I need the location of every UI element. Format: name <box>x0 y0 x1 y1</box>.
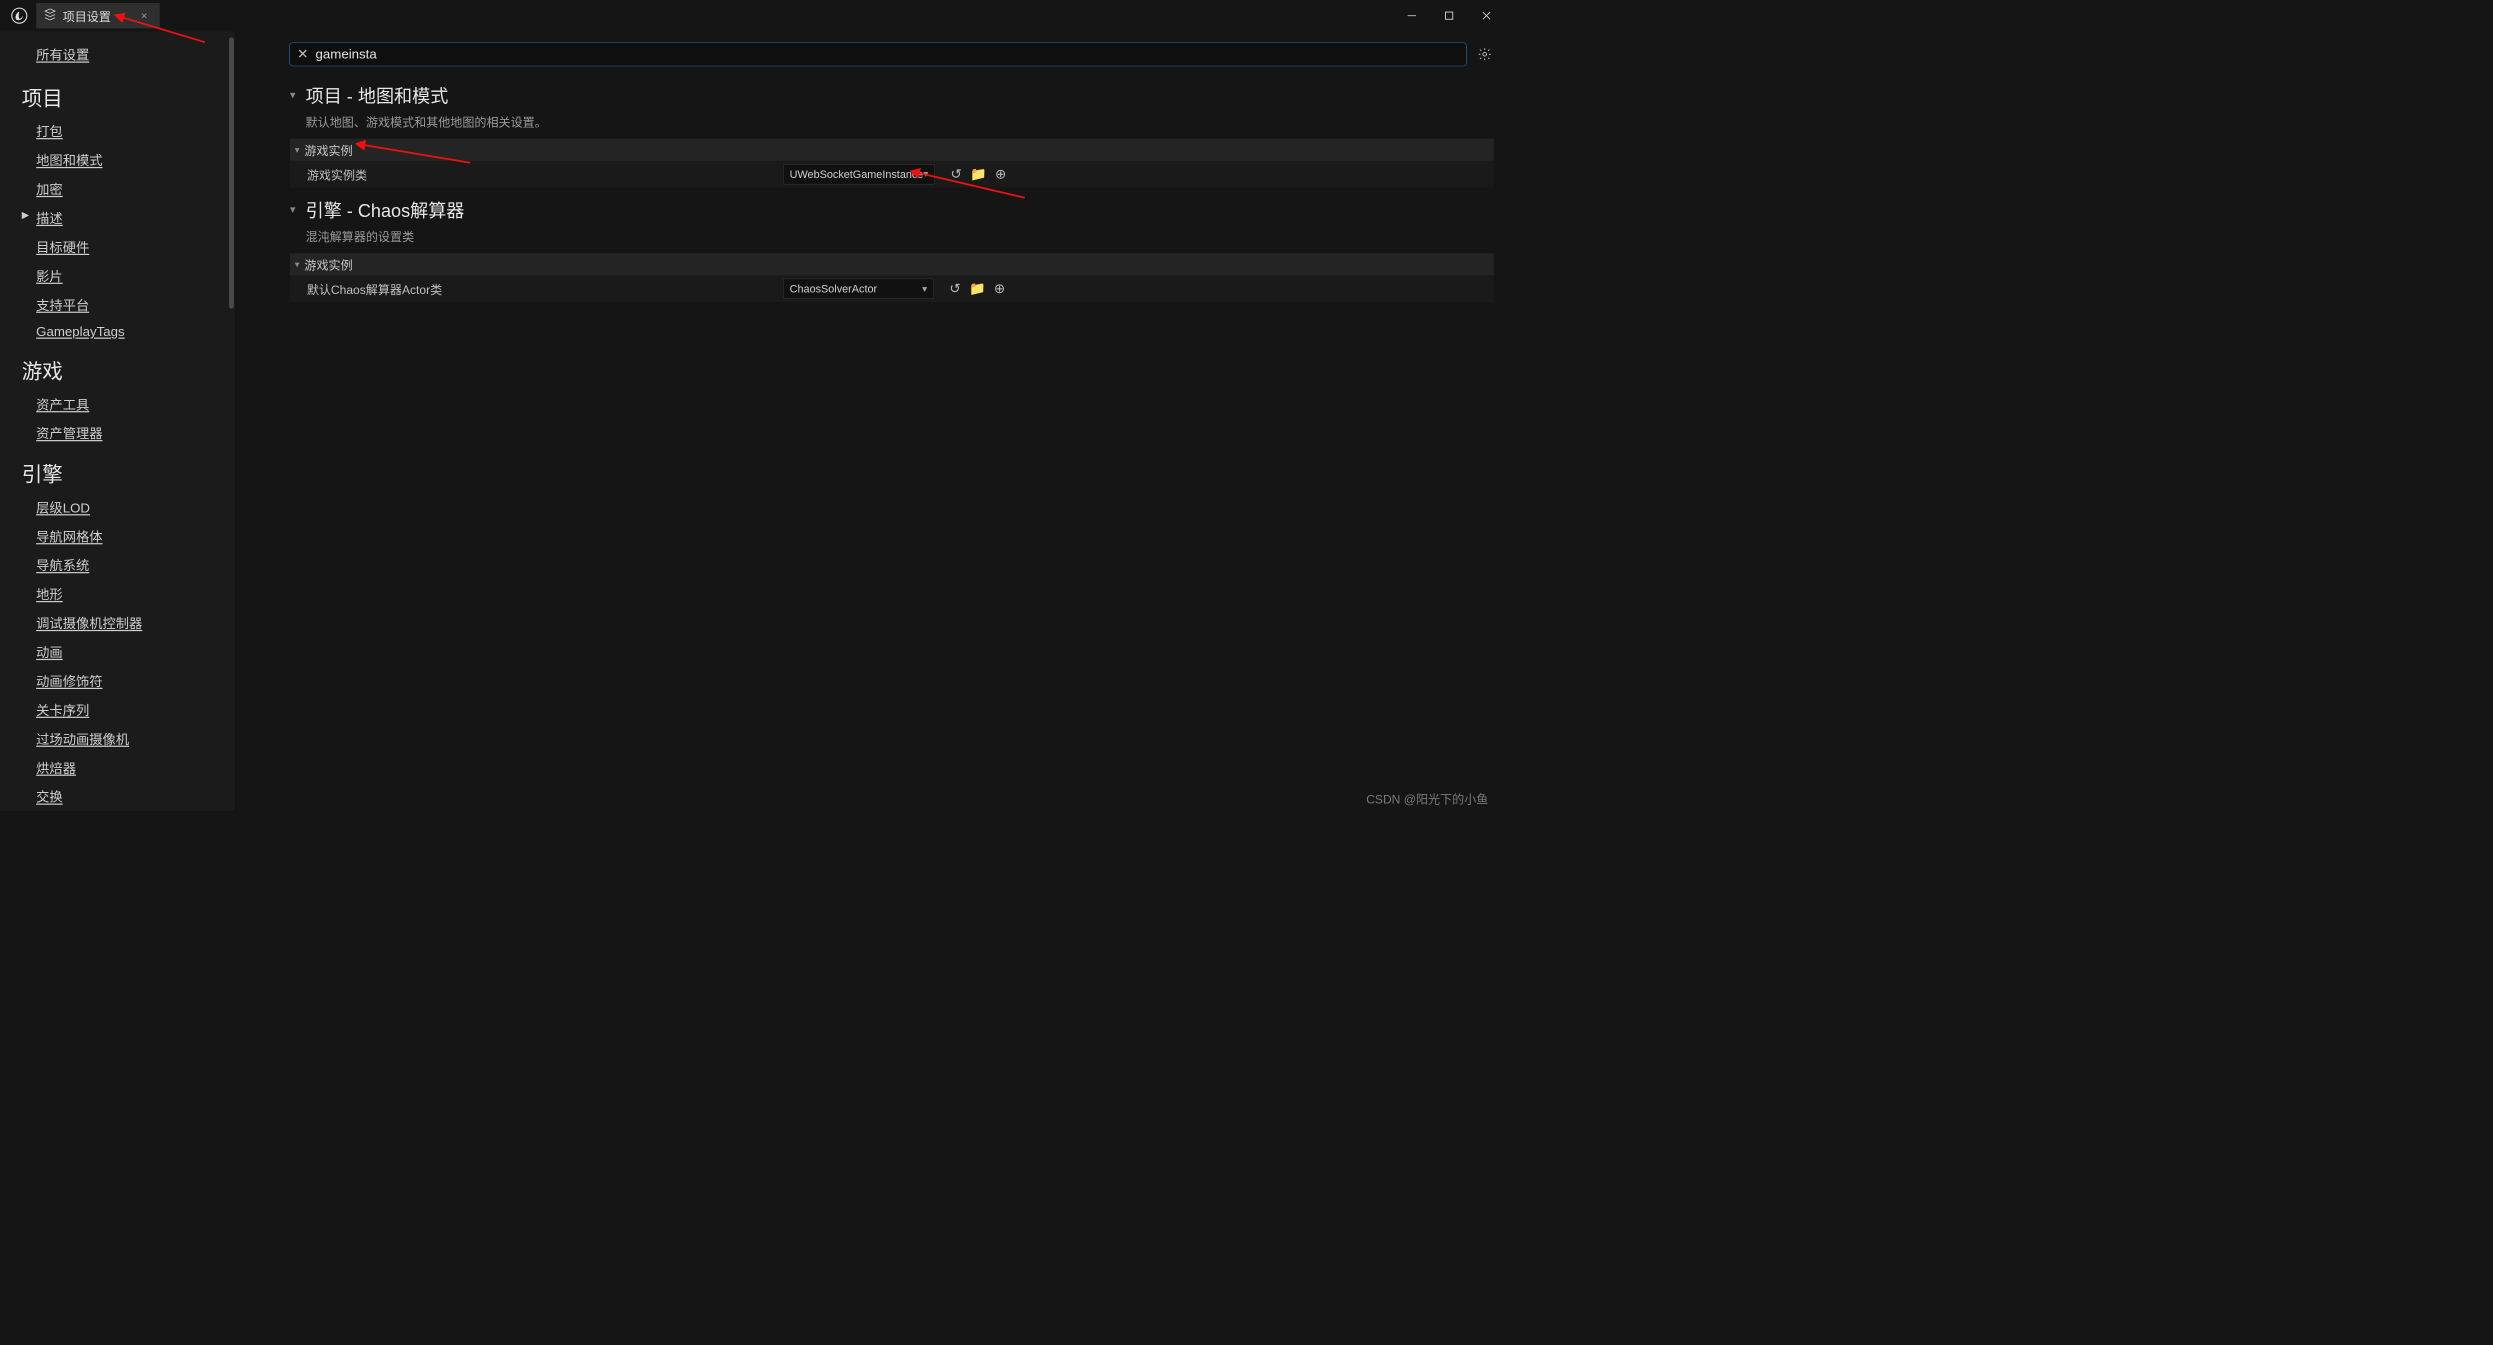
sidebar-item-asset-manager[interactable]: 资产管理器 <box>6 418 235 447</box>
section-description: 混沌解算器的设置类 <box>290 224 1494 254</box>
sidebar-item-label: 交换 <box>36 790 63 805</box>
section-maps-modes: ▾ 项目 - 地图和模式 默认地图、游戏模式和其他地图的相关设置。 ▾ 游戏实例… <box>289 77 1494 188</box>
sidebar-item-label: 影片 <box>36 269 63 284</box>
sidebar-header-project: 项目 <box>6 71 235 116</box>
sidebar-item-label: 目标硬件 <box>36 240 89 255</box>
reset-icon[interactable]: ↺ <box>951 166 962 182</box>
caret-down-icon: ▾ <box>295 144 300 156</box>
property-label: 默认Chaos解算器Actor类 <box>295 280 777 297</box>
sidebar-item-cinematic-camera[interactable]: 过场动画摄像机 <box>6 724 235 753</box>
settings-tab-icon <box>43 8 56 24</box>
sidebar-item-movies[interactable]: 影片 <box>6 261 235 290</box>
tab-label: 项目设置 <box>63 7 111 24</box>
sidebar-item-label: 导航系统 <box>36 558 89 573</box>
sidebar-item-maps-modes[interactable]: 地图和模式 <box>6 145 235 174</box>
sidebar-item-navmesh[interactable]: 导航网格体 <box>6 521 235 550</box>
subsection-game-instance-2[interactable]: ▾ 游戏实例 <box>290 253 1494 275</box>
section-description: 默认地图、游戏模式和其他地图的相关设置。 <box>290 109 1494 139</box>
property-row-chaos-solver-actor: 默认Chaos解算器Actor类 ChaosSolverActor ▾ ↺ 📁 … <box>290 275 1494 302</box>
browse-icon[interactable]: 📁 <box>969 281 986 297</box>
sidebar-item-label: 动画 <box>36 645 63 660</box>
gear-icon[interactable] <box>1475 45 1494 64</box>
dropdown-value: ChaosSolverActor <box>790 282 877 295</box>
subsection-label: 游戏实例 <box>304 256 352 273</box>
sidebar-header-game: 游戏 <box>6 344 235 389</box>
dropdown-value: UWebSocketGameInstance <box>790 168 924 181</box>
section-title: 引擎 - Chaos解算器 <box>306 196 465 223</box>
sidebar-item-navigation[interactable]: 导航系统 <box>6 550 235 579</box>
sidebar-item-label: 关卡序列 <box>36 703 89 718</box>
tab-project-settings[interactable]: 项目设置 × <box>36 3 159 28</box>
sidebar-item-label: 资产管理器 <box>36 426 102 441</box>
sidebar-item-supported-platforms[interactable]: 支持平台 <box>6 290 235 319</box>
dropdown-game-instance-class[interactable]: UWebSocketGameInstance ▾ <box>783 164 935 184</box>
sidebar-item-level-sequence[interactable]: 关卡序列 <box>6 695 235 724</box>
sidebar-item-animation[interactable]: 动画 <box>6 637 235 666</box>
sidebar-item-interchange[interactable]: 交换 <box>6 782 235 811</box>
section-title: 项目 - 地图和模式 <box>306 81 449 108</box>
sidebar-item-asset-tools[interactable]: 资产工具 <box>6 389 235 418</box>
search-input[interactable] <box>316 46 1459 62</box>
caret-down-icon: ▾ <box>295 258 300 270</box>
expand-arrow-icon: ▶ <box>22 209 29 221</box>
property-row-game-instance-class: 游戏实例类 UWebSocketGameInstance ▾ ↺ 📁 ⊕ <box>290 161 1494 188</box>
maximize-button[interactable] <box>1439 5 1459 25</box>
sidebar-item-label: 地图和模式 <box>36 153 102 168</box>
sidebar: 所有设置 项目 打包 地图和模式 加密 ▶ 描述 目标硬件 影片 支持平台 Gam… <box>0 31 235 810</box>
sidebar-header-engine: 引擎 <box>6 447 235 492</box>
sidebar-item-landscape[interactable]: 地形 <box>6 579 235 608</box>
sidebar-item-label: 烘焙器 <box>36 761 76 776</box>
property-label: 游戏实例类 <box>295 165 777 182</box>
add-icon[interactable]: ⊕ <box>994 281 1005 297</box>
sidebar-item-debug-camera[interactable]: 调试摄像机控制器 <box>6 608 235 637</box>
sidebar-item-label: 打包 <box>36 124 63 139</box>
search-box[interactable]: ✕ <box>289 42 1466 66</box>
sidebar-item-label: 加密 <box>36 182 63 197</box>
main-panel: ✕ ▾ 项目 - 地图和模式 默认地图、游戏模式和其他地图的相关设置。 ▾ 游戏… <box>235 31 1503 810</box>
sidebar-item-label: GameplayTags <box>36 324 124 339</box>
subsection-game-instance[interactable]: ▾ 游戏实例 <box>290 139 1494 161</box>
close-button[interactable] <box>1476 5 1496 25</box>
browse-icon[interactable]: 📁 <box>970 166 987 182</box>
unreal-logo-icon <box>8 5 30 27</box>
sidebar-item-label: 资产工具 <box>36 397 89 412</box>
sidebar-item-label: 动画修饰符 <box>36 674 102 689</box>
sidebar-item-description[interactable]: ▶ 描述 <box>6 203 235 232</box>
sidebar-item-label: 调试摄像机控制器 <box>36 616 142 631</box>
sidebar-item-label: 导航网格体 <box>36 529 102 544</box>
chevron-down-icon: ▾ <box>922 283 927 295</box>
reset-icon[interactable]: ↺ <box>949 281 960 297</box>
sidebar-item-label: 过场动画摄像机 <box>36 732 129 747</box>
watermark: CSDN @阳光下的小鱼 <box>1366 790 1488 807</box>
caret-down-icon[interactable]: ▾ <box>290 203 301 216</box>
section-chaos-solver: ▾ 引擎 - Chaos解算器 混沌解算器的设置类 ▾ 游戏实例 默认Chaos… <box>289 192 1494 303</box>
close-icon[interactable]: × <box>141 9 147 22</box>
dropdown-chaos-solver-actor[interactable]: ChaosSolverActor ▾ <box>783 278 934 298</box>
sidebar-item-target-hardware[interactable]: 目标硬件 <box>6 232 235 261</box>
chevron-down-icon: ▾ <box>923 168 928 180</box>
sidebar-item-anim-modifiers[interactable]: 动画修饰符 <box>6 666 235 695</box>
titlebar: 项目设置 × <box>0 0 1503 31</box>
sidebar-item-label: 层级LOD <box>36 500 90 515</box>
sidebar-item-cooker[interactable]: 烘焙器 <box>6 753 235 782</box>
sidebar-item-encryption[interactable]: 加密 <box>6 174 235 203</box>
caret-down-icon[interactable]: ▾ <box>290 88 301 101</box>
sidebar-item-packaging[interactable]: 打包 <box>6 116 235 145</box>
clear-search-icon[interactable]: ✕ <box>297 46 308 62</box>
sidebar-item-label: 支持平台 <box>36 298 89 313</box>
subsection-label: 游戏实例 <box>304 141 352 158</box>
sidebar-item-hlod[interactable]: 层级LOD <box>6 492 235 521</box>
sidebar-item-label: 地形 <box>36 587 63 602</box>
sidebar-item-gameplaytags[interactable]: GameplayTags <box>6 319 235 344</box>
sidebar-item-label: 描述 <box>36 211 63 226</box>
minimize-button[interactable] <box>1402 5 1422 25</box>
sidebar-item-all-settings[interactable]: 所有设置 <box>6 37 235 71</box>
add-icon[interactable]: ⊕ <box>995 166 1006 182</box>
